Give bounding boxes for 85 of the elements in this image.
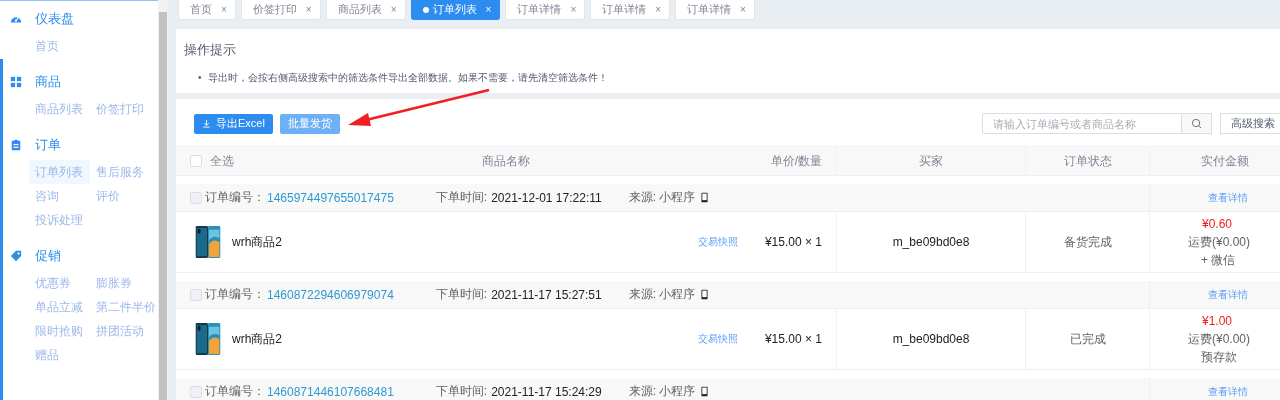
snapshot-link[interactable]: 交易快照 [698,235,738,249]
column-header: 买家 [836,147,1025,175]
download-icon [202,119,211,128]
payment-method: + 微信 [1200,252,1236,268]
tab[interactable]: 订单详情 × [590,0,671,20]
sidebar-item[interactable]: 首页 [29,34,90,58]
phone-icon [701,386,709,397]
search-icon [1191,118,1202,129]
sidebar-section-title: 订单 [35,136,61,154]
payment-method: 预存款 [1200,349,1237,365]
sidebar-item[interactable]: 限时抢购 [29,319,90,343]
order-number-link[interactable]: 1460872294606979074 [267,287,394,302]
sidebar-item[interactable]: 售后服务 [90,160,151,184]
tab[interactable]: 价签打印 × [240,0,321,20]
order-time-label: 下单时间: [435,189,488,206]
sidebar-item[interactable]: 优惠券 [29,271,90,295]
tab[interactable]: 订单详情 × [675,0,755,20]
sidebar-item[interactable]: 商品列表 [29,97,90,121]
column-header: 订单状态 [1025,147,1149,175]
view-details-link[interactable]: 查看详情 [1208,287,1248,302]
unit-price-quantity: ¥15.00 × 1 [764,332,822,346]
notice-text: 导出时，会按右侧高级搜索中的筛选条件导出全部数据。如果不需要，请先清空筛选条件！ [207,71,608,85]
order-source: 来源: 小程序 [628,189,696,206]
order-number-label: 订单编号： [205,189,265,206]
buyer-name: m_be09bd0e8 [836,309,1025,369]
order-time: 2021-12-01 17:22:11 [491,190,602,205]
column-header: 实付金额 [1149,147,1280,175]
product-name: wrh商品2 [232,330,282,348]
sidebar-item[interactable]: 价签打印 [90,97,151,121]
order-time: 2021-11-17 15:27:51 [491,287,602,302]
order-time-label: 下单时间: [435,383,488,400]
checkbox[interactable] [190,385,202,398]
shipping-fee: 运费(¥0.00) [1188,234,1251,250]
order-status: 备货完成 [1025,212,1149,272]
order-number-label: 订单编号： [205,286,265,303]
phone-icon [701,289,709,300]
grid-icon [10,76,22,88]
tab[interactable]: 商品列表 × [325,0,406,20]
clipboard-icon [10,139,22,151]
sidebar-item[interactable]: 拼团活动 [90,319,151,343]
order-time: 2021-11-17 15:24:29 [491,384,602,399]
sidebar-section-title: 仪表盘 [35,10,74,28]
paid-amount: ¥1.00 [1201,313,1233,329]
tab[interactable]: 首页 × [178,0,236,20]
paid-amount: ¥0.60 [1201,216,1233,232]
view-details-link[interactable]: 查看详情 [1208,384,1248,399]
sidebar-section-title: 促销 [35,247,61,265]
notice-title: 操作提示 [184,41,237,59]
sidebar-item[interactable]: 订单列表 [29,160,90,184]
sidebar-item[interactable]: 投诉处理 [29,208,90,232]
sidebar-item[interactable]: 赠品 [29,343,90,367]
sidebar-item[interactable]: 单品立减 [29,295,90,319]
order-number-link[interactable]: 1460871446107668481 [267,384,394,399]
tab[interactable]: 订单列表 × [410,0,501,20]
order-source: 来源: 小程序 [628,383,696,400]
unit-price-quantity: ¥15.00 × 1 [764,235,822,249]
column-header: 单价/数量 [769,152,823,170]
scrollbar[interactable] [158,0,168,400]
search-button[interactable] [1182,113,1212,134]
phone-icon [701,192,709,203]
shipping-fee: 运费(¥0.00) [1188,331,1251,347]
order-time-label: 下单时间: [435,286,488,303]
sidebar-section-title: 商品 [35,73,61,91]
product-name: wrh商品2 [232,233,282,251]
tab[interactable]: 订单详情 × [505,0,586,20]
bullet-marker: • [198,71,202,85]
order-source: 来源: 小程序 [628,286,696,303]
sidebar-item[interactable]: 咨询 [29,184,90,208]
advanced-search-button[interactable]: 高级搜索 [1220,113,1280,134]
tag-icon [10,250,22,262]
sidebar-item[interactable]: 评价 [90,184,151,208]
checkbox[interactable] [190,191,202,204]
buyer-name: m_be09bd0e8 [836,212,1025,272]
sidebar-item[interactable]: 膨胀券 [90,271,151,295]
checkbox[interactable] [190,155,202,167]
order-status: 已完成 [1025,309,1149,369]
view-details-link[interactable]: 查看详情 [1208,190,1248,205]
search-field[interactable]: 请输入订单编号或者商品名称 [982,113,1182,134]
snapshot-link[interactable]: 交易快照 [698,332,738,346]
order-number-link[interactable]: 1465974497655017475 [267,190,394,205]
select-all-label: 全选 [210,152,234,170]
export-button[interactable]: 导出Excel [194,113,273,134]
order-number-label: 订单编号： [205,383,265,400]
checkbox[interactable] [190,288,202,301]
column-header: 商品名称 [481,152,531,170]
